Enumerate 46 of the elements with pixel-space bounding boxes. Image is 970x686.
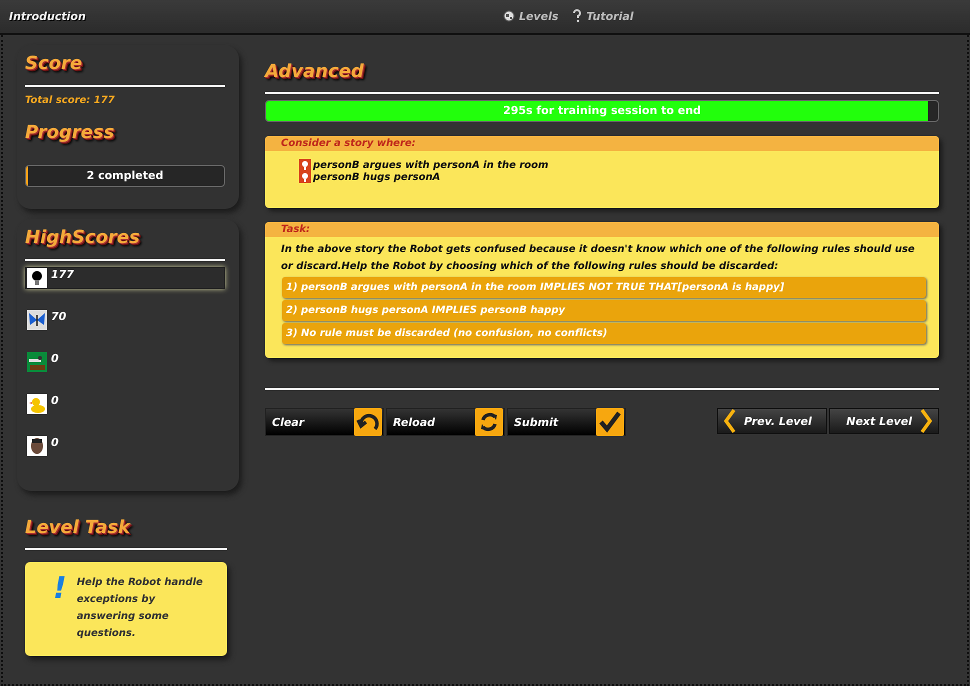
lightbulb-icon (299, 171, 311, 183)
lightbulb-icon (299, 159, 311, 171)
progress-label: 2 completed (86, 169, 164, 182)
panel-heading: Task: (265, 222, 939, 237)
story-fact: personB argues with personA in the room (313, 160, 548, 170)
task-text: In the above story the Robot gets confused because it doesn't know which one of the following rules should use or discard.Help the Robot by choosing which of the following rules should be discarded: (280, 243, 916, 274)
total-score: Total score: 177 (25, 95, 116, 106)
highscore-value: 70 (51, 310, 66, 323)
highscore-item[interactable]: 0 (25, 435, 225, 457)
highscore-item[interactable]: 0 (25, 351, 225, 373)
exclamation-mark: ! (53, 574, 67, 604)
butterfly-icon (27, 310, 47, 330)
face-avatar-icon (27, 436, 47, 456)
level-nav-button[interactable]: Prev. Level (717, 408, 827, 434)
nav-link[interactable]: Levels (503, 9, 558, 23)
page-title: Introduction (9, 10, 86, 23)
highscore-item[interactable]: 70 (25, 309, 225, 331)
duck-icon (27, 394, 47, 414)
highscore-item[interactable]: 0 (25, 393, 225, 415)
globe-icon (503, 10, 515, 22)
highscore-value: 0 (51, 352, 59, 365)
level-nav-button[interactable]: Next Level (829, 408, 939, 434)
action-button[interactable]: Reload (386, 408, 505, 436)
story-fact: personB hugs personA (313, 172, 440, 182)
undo-icon (354, 408, 382, 436)
action-button[interactable]: Submit (507, 408, 626, 436)
section-heading: HighScores (25, 227, 141, 248)
level-heading: Advanced (265, 61, 365, 82)
section-heading: Level Task (25, 517, 132, 538)
level-task-text: Help the Robot handle exceptions by answering some questions. (76, 576, 204, 641)
highscore-item[interactable]: 177 (25, 267, 225, 289)
chevron-left-icon (722, 408, 738, 434)
bulb-icon (27, 268, 47, 288)
reload-icon (475, 408, 503, 436)
question-icon (572, 9, 582, 23)
section-heading: Score (25, 53, 84, 74)
action-button[interactable]: Clear (265, 408, 384, 436)
nav-link[interactable]: Tutorial (572, 9, 634, 23)
section-heading: Progress (25, 122, 116, 143)
highscore-value: 177 (51, 268, 74, 281)
chevron-right-icon (918, 408, 934, 434)
panel-heading: Consider a story where: (265, 136, 939, 151)
checkmark-icon (596, 408, 624, 436)
highscore-value: 0 (51, 436, 59, 449)
highscore-value: 0 (51, 394, 59, 407)
timer-label: 295s for training session to end (502, 104, 702, 117)
